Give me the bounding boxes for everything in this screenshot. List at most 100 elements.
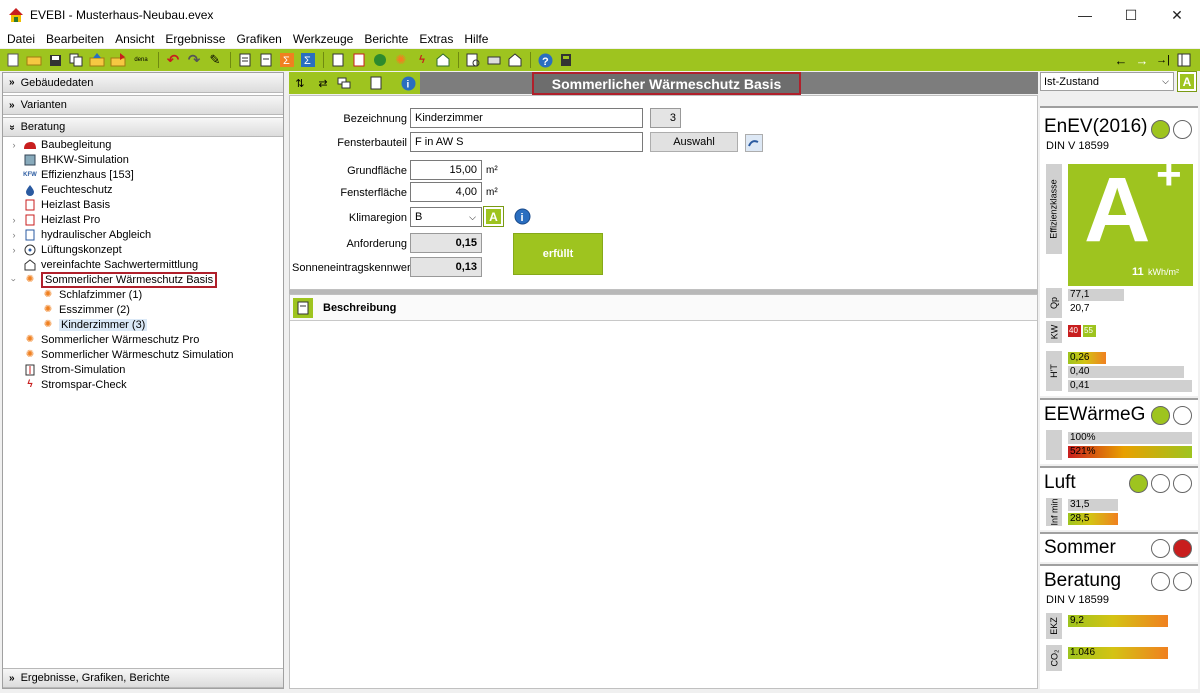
- tree-item-sommer-pro[interactable]: ✺ Sommerlicher Wärmeschutz Pro: [3, 332, 283, 347]
- report-icon[interactable]: [236, 51, 254, 69]
- bezeichnung-input[interactable]: Kinderzimmer: [410, 108, 643, 128]
- tree-item-sachwertermittlung[interactable]: vereinfachte Sachwertermittlung: [3, 257, 283, 272]
- sun-toolbar-icon[interactable]: ✺: [392, 51, 410, 69]
- sum-blue-icon[interactable]: Σ: [299, 51, 317, 69]
- menu-bearbeiten[interactable]: Bearbeiten: [41, 32, 110, 46]
- zustand-select[interactable]: Ist-Zustand ⌵: [1040, 72, 1174, 91]
- klimaregion-select[interactable]: B ⌵: [410, 207, 482, 227]
- expand-icon[interactable]: ›: [9, 245, 19, 255]
- section-ergebnisse[interactable]: » Ergebnisse, Grafiken, Berichte: [3, 668, 283, 688]
- tree-item-label: Sommerlicher Wärmeschutz Basis: [41, 271, 218, 288]
- back-arrow-icon[interactable]: ←: [1112, 51, 1130, 69]
- svg-text:?: ?: [542, 56, 549, 68]
- document-copy-icon[interactable]: [367, 74, 385, 92]
- menu-ergebnisse[interactable]: Ergebnisse: [160, 32, 231, 46]
- sonneneintrag-label: Sonneneintragskennwert: [292, 262, 414, 274]
- sum-icon[interactable]: Σ: [278, 51, 296, 69]
- wand-icon[interactable]: ✎: [206, 51, 224, 69]
- menu-hilfe[interactable]: Hilfe: [459, 32, 494, 46]
- tree-item-stromspar-check[interactable]: ϟ Stromspar-Check: [3, 377, 283, 392]
- info-icon[interactable]: i: [399, 74, 417, 92]
- section-beratung[interactable]: » Beratung: [3, 117, 283, 137]
- tree-item-feuchteschutz[interactable]: Feuchteschutz: [3, 182, 283, 197]
- sun-icon: ✺: [25, 274, 35, 285]
- lightning-toolbar-icon[interactable]: ϟ: [413, 51, 431, 69]
- copy-icon[interactable]: [67, 51, 85, 69]
- efficiency-class-letter: A: [1084, 159, 1151, 261]
- fensterflaeche-input[interactable]: 4,00: [410, 182, 482, 202]
- menu-datei[interactable]: Datei: [2, 32, 41, 46]
- refresh-icon[interactable]: [745, 134, 763, 152]
- tree-item-esszimmer[interactable]: ✺ Esszimmer (2): [3, 302, 283, 317]
- tree-item-effizienzhaus[interactable]: KFW Effizienzhaus [153]: [3, 167, 283, 182]
- auswahl-button[interactable]: Auswahl: [650, 132, 738, 152]
- expand-icon[interactable]: ›: [9, 140, 19, 150]
- section-varianten[interactable]: » Varianten: [3, 95, 283, 115]
- import-icon[interactable]: [88, 51, 106, 69]
- sun-icon: ✺: [43, 289, 53, 300]
- tree-item-baubegleitung[interactable]: › Baubegleitung: [3, 137, 283, 152]
- tree-item-hydraulischer-abgleich[interactable]: › hydraulischer Abgleich: [3, 227, 283, 242]
- menu-grafiken[interactable]: Grafiken: [231, 32, 287, 46]
- open-folder-icon[interactable]: [25, 51, 43, 69]
- hydraulic-icon: [23, 229, 37, 241]
- calculator-icon[interactable]: [557, 51, 575, 69]
- export-icon[interactable]: [109, 51, 127, 69]
- help-icon[interactable]: ?: [536, 51, 554, 69]
- status-circle-green: [1151, 120, 1170, 139]
- info-icon[interactable]: i: [514, 208, 531, 228]
- tree-item-schlafzimmer[interactable]: ✺ Schlafzimmer (1): [3, 287, 283, 302]
- tree-item-bhkw[interactable]: BHKW-Simulation: [3, 152, 283, 167]
- beratung-title: Beratung: [1044, 570, 1122, 591]
- save-icon[interactable]: [46, 51, 64, 69]
- house-euro-toolbar-icon[interactable]: [434, 51, 452, 69]
- fensterflaeche-label: Fensterfläche: [340, 187, 407, 199]
- menu-werkzeuge[interactable]: Werkzeuge: [288, 32, 359, 46]
- tree-item-label: Effizienzhaus [153]: [41, 168, 134, 181]
- layout-icon[interactable]: [1175, 51, 1193, 69]
- section-gebaeudedaten[interactable]: » Gebäudedaten: [3, 73, 283, 93]
- tree-item-lueftungskonzept[interactable]: › Lüftungskonzept: [3, 242, 283, 257]
- maximize-button[interactable]: ☐: [1108, 0, 1154, 30]
- minimize-button[interactable]: —: [1062, 0, 1108, 30]
- collapse-icon[interactable]: ›: [9, 275, 19, 285]
- menu-berichte[interactable]: Berichte: [359, 32, 414, 46]
- menu-extras[interactable]: Extras: [414, 32, 459, 46]
- building-data-icon[interactable]: [329, 51, 347, 69]
- expand-icon[interactable]: ›: [9, 215, 19, 225]
- indent-icon[interactable]: ⇄: [314, 74, 332, 92]
- description-header[interactable]: Beschreibung: [290, 295, 1037, 321]
- tree-item-sommer-basis[interactable]: › ✺ Sommerlicher Wärmeschutz Basis: [3, 271, 283, 288]
- anforderung-label: Anforderung: [346, 238, 407, 250]
- dena-icon[interactable]: dena: [130, 51, 152, 69]
- grundflaeche-input[interactable]: 15,00: [410, 160, 482, 180]
- expand-icon[interactable]: ›: [9, 230, 19, 240]
- balance-icon[interactable]: [371, 51, 389, 69]
- new-file-icon[interactable]: [4, 51, 22, 69]
- windows-icon[interactable]: [335, 74, 353, 92]
- forward-arrow-icon[interactable]: →: [1133, 51, 1151, 69]
- eewaermeg-bar-required: 100%: [1068, 432, 1192, 444]
- tree-item-heizlast-basis[interactable]: Heizlast Basis: [3, 197, 283, 212]
- house-check-icon[interactable]: [506, 51, 524, 69]
- print-icon[interactable]: [485, 51, 503, 69]
- fensterbauteil-input[interactable]: F in AW S: [410, 132, 643, 152]
- redo-icon[interactable]: ↷: [185, 51, 203, 69]
- zustand-value: Ist-Zustand: [1044, 75, 1100, 88]
- close-button[interactable]: ✕: [1154, 0, 1200, 30]
- a-badge-button[interactable]: A: [483, 206, 504, 227]
- document-icon[interactable]: [257, 51, 275, 69]
- print-preview-icon[interactable]: [464, 51, 482, 69]
- step-icon[interactable]: →|: [1154, 51, 1172, 69]
- heat-load-toolbar-icon[interactable]: [350, 51, 368, 69]
- tree-item-kinderzimmer[interactable]: ✺ Kinderzimmer (3): [3, 317, 283, 332]
- tree-item-heizlast-pro[interactable]: › Heizlast Pro: [3, 212, 283, 227]
- menu-ansicht[interactable]: Ansicht: [110, 32, 160, 46]
- undo-icon[interactable]: ↶: [164, 51, 182, 69]
- a-badge-button[interactable]: A: [1177, 71, 1197, 92]
- tree-item-label: vereinfachte Sachwertermittlung: [41, 258, 199, 271]
- tree-item-sommer-simulation[interactable]: ✺ Sommerlicher Wärmeschutz Simulation: [3, 347, 283, 362]
- efficiency-class-plus: +: [1156, 150, 1182, 199]
- tree-item-strom-simulation[interactable]: Strom-Simulation: [3, 362, 283, 377]
- sort-icon[interactable]: ⇅: [291, 74, 309, 92]
